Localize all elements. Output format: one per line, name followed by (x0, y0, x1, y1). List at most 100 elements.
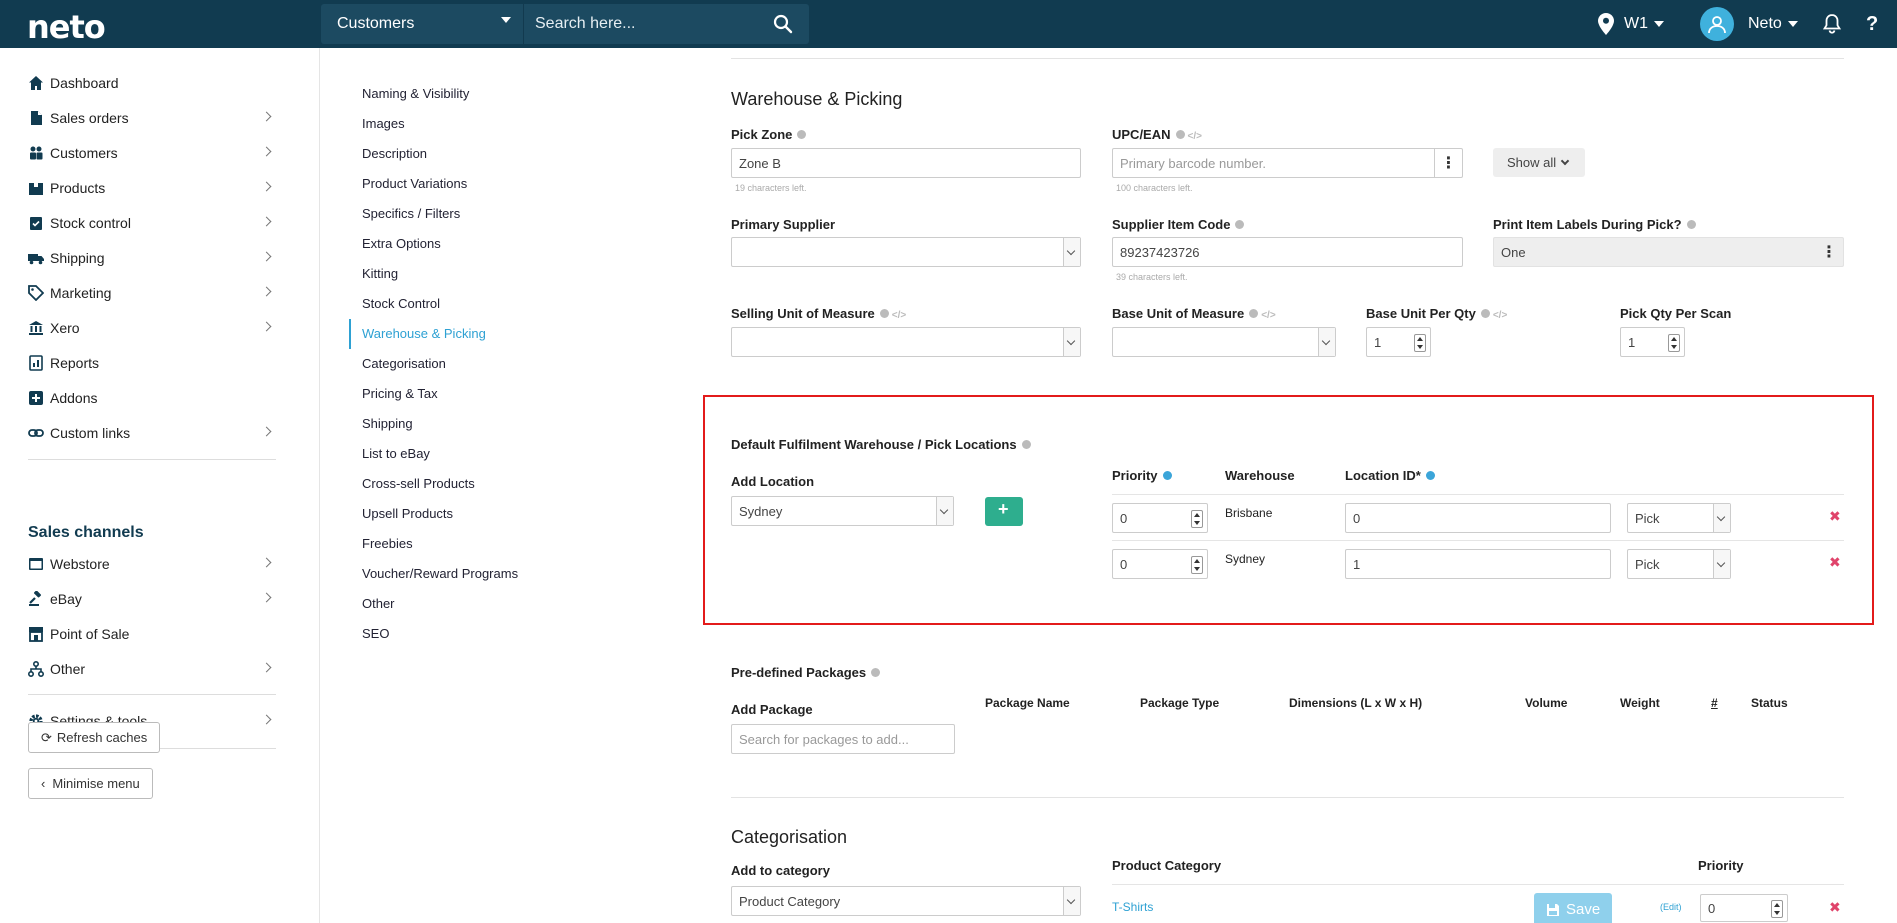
subnav-item-voucher-reward-programs[interactable]: Voucher/Reward Programs (362, 566, 518, 581)
sidebar-item-dashboard[interactable]: Dashboard (28, 71, 276, 95)
subnav-item-kitting[interactable]: Kitting (362, 266, 398, 281)
priority-header: Priority (1112, 468, 1172, 483)
sidebar-divider (28, 694, 276, 695)
sidebar-item-label: Xero (50, 320, 80, 336)
location-type-value: Pick (1635, 556, 1660, 572)
warehouse-location-selector[interactable]: W1 (1598, 0, 1664, 48)
edit-category-link[interactable]: (Edit) (1660, 902, 1682, 912)
location-id-input[interactable]: 1 (1345, 549, 1611, 579)
supplier-code-input[interactable]: 89237423726 (1112, 237, 1463, 267)
location-type-select[interactable]: Pick (1627, 549, 1731, 579)
subnav-item-seo[interactable]: SEO (362, 626, 389, 641)
sidebar-item-stock-control[interactable]: Stock control (28, 211, 276, 235)
subnav-item-product-variations[interactable]: Product Variations (362, 176, 467, 191)
sidebar-divider (28, 459, 276, 460)
sidebar-item-marketing[interactable]: Marketing (28, 281, 276, 305)
base-uom-select[interactable] (1112, 327, 1336, 357)
pick-qty-input[interactable]: 1 (1620, 327, 1685, 357)
search-scope-dropdown[interactable]: Customers (337, 15, 414, 33)
add-location-button[interactable] (985, 497, 1023, 526)
category-priority-input[interactable]: 0 (1700, 894, 1788, 922)
pick-zone-input[interactable]: Zone B (731, 148, 1081, 178)
minimise-menu-button[interactable]: ‹ Minimise menu (28, 768, 153, 799)
spinner-icon[interactable] (1414, 334, 1426, 352)
subnav-item-naming-visibility[interactable]: Naming & Visibility (362, 86, 469, 101)
delete-icon[interactable]: ✖ (1829, 508, 1841, 525)
sidebar-item-xero[interactable]: Xero (28, 316, 276, 340)
save-button[interactable]: Save (1534, 893, 1612, 923)
sidebar-item-custom-links[interactable]: Custom links (28, 421, 276, 445)
delete-icon[interactable]: ✖ (1829, 899, 1841, 916)
location-id-input[interactable]: 0 (1345, 503, 1611, 533)
chevron-right-icon (261, 592, 272, 603)
selling-uom-select[interactable] (731, 327, 1081, 357)
user-menu[interactable]: Neto (1700, 0, 1798, 48)
refresh-icon: ⟳ (41, 729, 52, 745)
category-link[interactable]: T-Shirts (1112, 900, 1153, 914)
neto-logo[interactable]: neto (27, 8, 106, 46)
sidebar-item-label: Point of Sale (50, 626, 130, 642)
sidebar-item-products[interactable]: Products (28, 176, 276, 200)
print-labels-select[interactable]: One (1493, 237, 1844, 267)
save-label: Save (1566, 901, 1601, 918)
search-icon[interactable] (773, 14, 793, 34)
delete-icon[interactable]: ✖ (1829, 554, 1841, 571)
warehouse-name: Brisbane (1225, 506, 1273, 520)
spinner-icon[interactable] (1771, 900, 1783, 918)
sidebar-item-ebay[interactable]: eBay (28, 587, 276, 611)
subnav-item-pricing-tax[interactable]: Pricing & Tax (362, 386, 438, 401)
show-all-button[interactable]: Show all (1493, 148, 1585, 177)
info-icon (1480, 309, 1490, 318)
base-unit-qty-input[interactable]: 1 (1366, 327, 1431, 357)
upc-input[interactable]: Primary barcode number. (1112, 148, 1463, 178)
subnav-item-upsell-products[interactable]: Upsell Products (362, 506, 453, 521)
refresh-caches-button[interactable]: ⟳ Refresh caches (28, 722, 161, 753)
add-category-select[interactable]: Product Category (731, 886, 1081, 916)
section-divider (731, 797, 1844, 798)
subnav-item-categorisation[interactable]: Categorisation (362, 356, 446, 371)
sidebar-item-other[interactable]: Other (28, 657, 276, 681)
subnav-item-images[interactable]: Images (362, 116, 405, 131)
subnav-active-indicator (349, 319, 351, 349)
spinner-icon[interactable] (1668, 334, 1680, 352)
sidebar-item-addons[interactable]: Addons (28, 386, 276, 410)
priority-input[interactable]: 0 (1112, 503, 1208, 533)
chevron-down-icon[interactable] (501, 17, 511, 23)
subnav-item-list-to-ebay[interactable]: List to eBay (362, 446, 430, 461)
sidebar-item-customers[interactable]: Customers (28, 141, 276, 165)
add-location-select[interactable]: Sydney (731, 496, 954, 526)
add-category-label: Add to category (731, 863, 830, 878)
priority-input[interactable]: 0 (1112, 549, 1208, 579)
notifications-button[interactable] (1823, 0, 1841, 48)
subnav-item-extra-options[interactable]: Extra Options (362, 236, 441, 251)
subnav-item-other[interactable]: Other (362, 596, 395, 611)
help-button[interactable]: ? (1866, 0, 1878, 48)
spinner-icon[interactable] (1191, 510, 1203, 528)
subnav-item-stock-control[interactable]: Stock Control (362, 296, 440, 311)
subnav-item-description[interactable]: Description (362, 146, 427, 161)
more-options-icon[interactable] (1434, 149, 1462, 177)
package-column-header: Package Type (1140, 696, 1220, 710)
spinner-icon[interactable] (1191, 556, 1203, 574)
chevron-down-icon (1787, 21, 1798, 27)
more-options-icon[interactable] (1815, 238, 1843, 266)
sidebar-item-sales-orders[interactable]: Sales orders (28, 106, 276, 130)
subnav-item-specifics-filters[interactable]: Specifics / Filters (362, 206, 460, 221)
primary-supplier-select[interactable] (731, 237, 1081, 267)
chevron-down-icon (1713, 550, 1730, 578)
location-type-select[interactable]: Pick (1627, 503, 1731, 533)
sidebar-item-label: Shipping (50, 250, 105, 266)
sidebar-item-reports[interactable]: Reports (28, 351, 276, 375)
sidebar-item-shipping[interactable]: Shipping (28, 246, 276, 270)
search-input[interactable] (529, 10, 759, 38)
subnav-item-shipping[interactable]: Shipping (362, 416, 413, 431)
subnav-item-warehouse-picking[interactable]: Warehouse & Picking (362, 326, 486, 341)
sidebar-item-webstore[interactable]: Webstore (28, 552, 276, 576)
subnav-item-cross-sell-products[interactable]: Cross-sell Products (362, 476, 475, 491)
subnav-item-freebies[interactable]: Freebies (362, 536, 413, 551)
package-search-input[interactable]: Search for packages to add... (731, 724, 955, 754)
sidebar-item-label: Addons (50, 390, 98, 406)
sidebar-item-label: Customers (50, 145, 118, 161)
chevron-right-icon (261, 181, 272, 192)
sidebar-item-point-of-sale[interactable]: Point of Sale (28, 622, 276, 646)
